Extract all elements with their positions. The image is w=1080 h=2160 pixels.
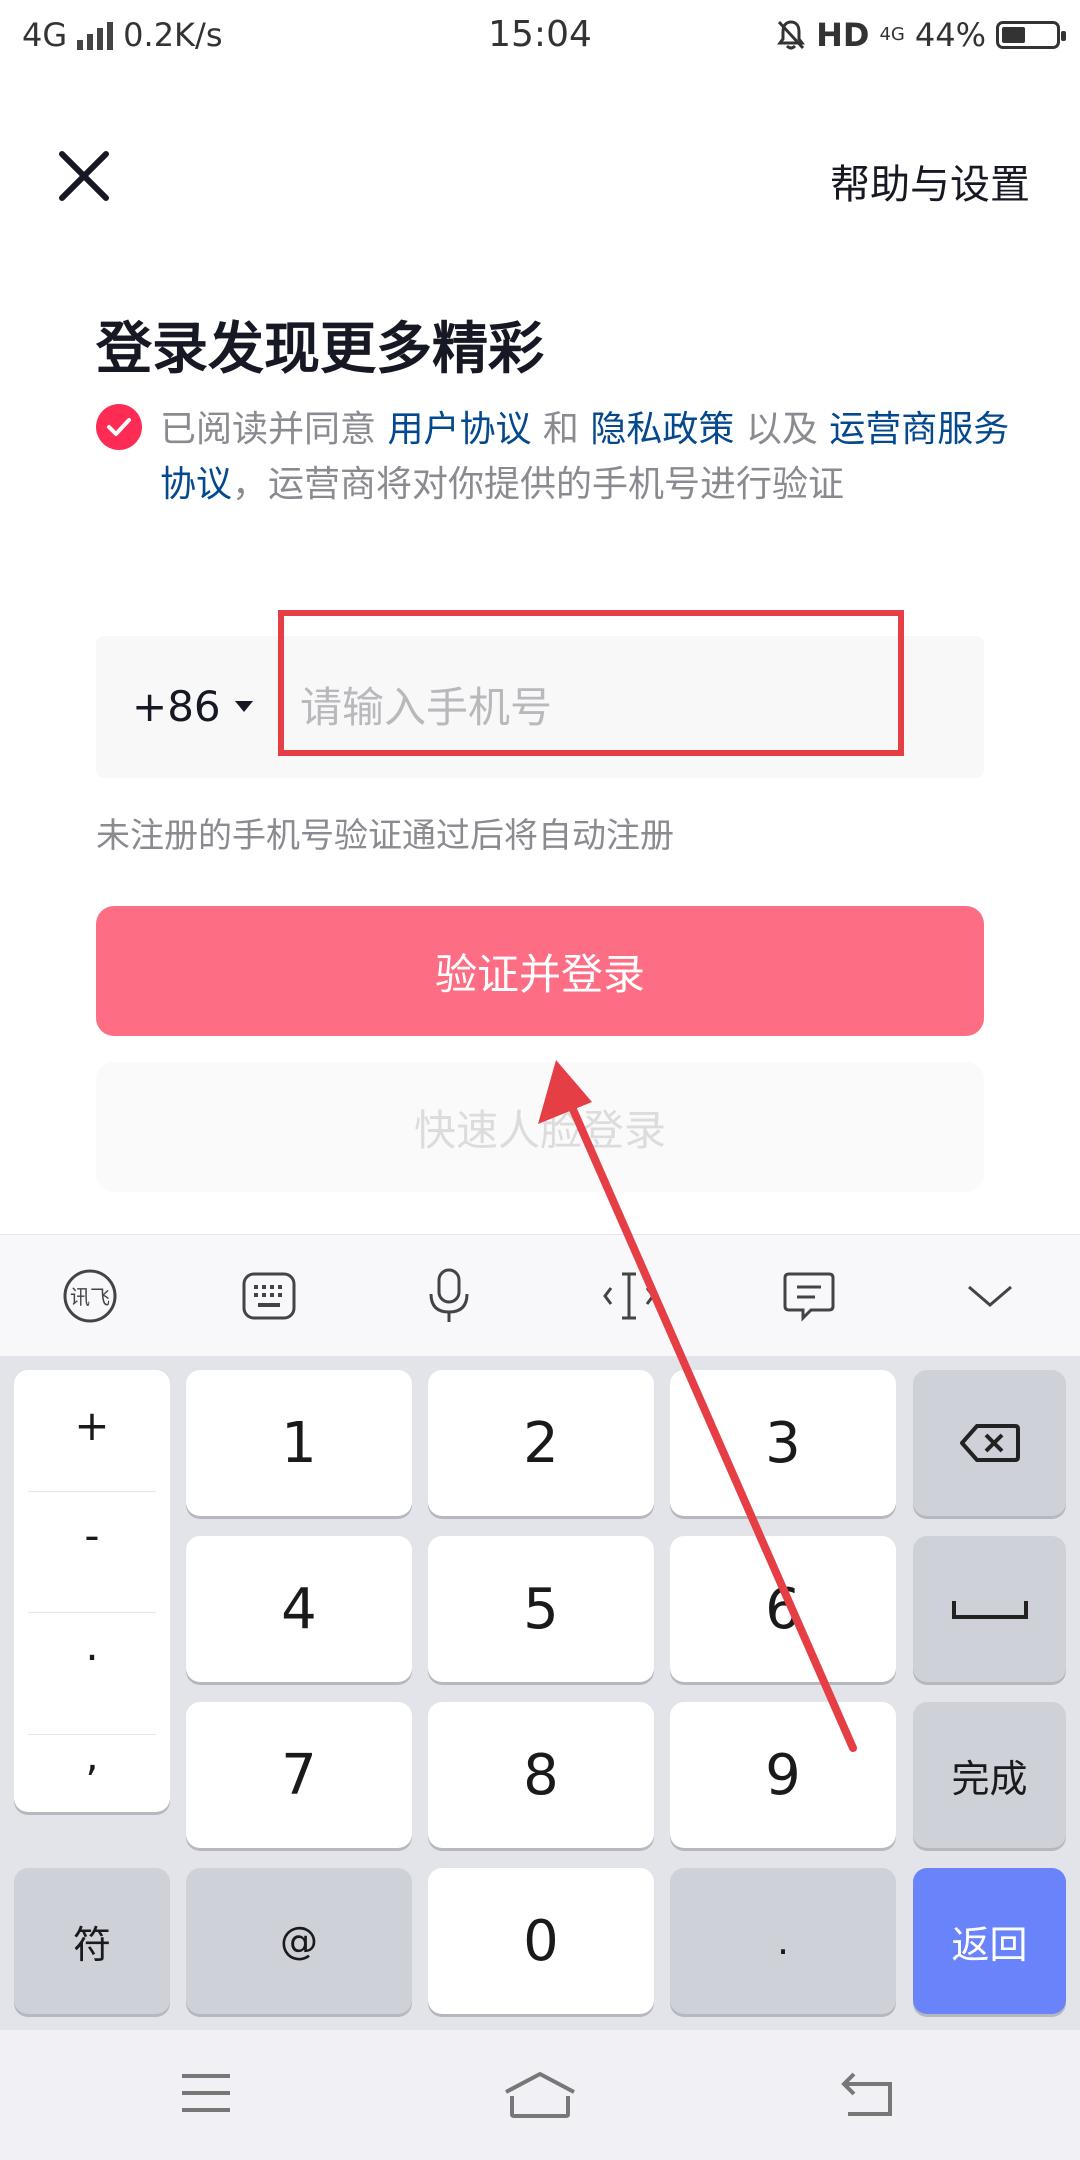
collapse-chevron-icon[interactable] (955, 1261, 1025, 1331)
home-icon[interactable] (502, 2070, 575, 2120)
clipboard-icon[interactable] (774, 1261, 844, 1331)
key-7[interactable]: 7 (186, 1702, 412, 1848)
key-9[interactable]: 9 (670, 1702, 896, 1848)
auto-register-hint: 未注册的手机号验证通过后将自动注册 (96, 816, 674, 856)
numeric-keyboard: + - . , 1 2 3 4 5 6 7 8 9 完成 符 @ 0 . 返回 (0, 1356, 1080, 2030)
key-8[interactable]: 8 (428, 1702, 654, 1848)
agreement-also: 以及 (734, 409, 830, 450)
hd-badge: HD (816, 16, 870, 54)
key-plus[interactable]: + (14, 1370, 170, 1480)
keyboard-icon[interactable] (234, 1261, 304, 1331)
backspace-icon (959, 1424, 1020, 1462)
return-key[interactable]: 返回 (913, 1868, 1066, 2014)
user-agreement-link[interactable]: 用户协议 (387, 409, 531, 450)
keyboard-toolbar: 讯飞 (0, 1234, 1080, 1357)
status-bar: 4G 0.2K/s 15:04 HD 4G 44% (0, 0, 1080, 72)
network-small: 4G (879, 24, 905, 45)
key-2[interactable]: 2 (428, 1370, 654, 1516)
space-key[interactable] (913, 1536, 1066, 1682)
battery-icon (996, 21, 1066, 49)
status-right: HD 4G 44% (776, 16, 1066, 54)
cursor-icon[interactable] (594, 1261, 664, 1331)
dropdown-triangle-icon (234, 701, 253, 712)
annotation-highlight-box (278, 610, 904, 756)
face-login-button[interactable]: 快速人脸登录 (96, 1062, 984, 1192)
system-navbar (0, 2030, 1080, 2160)
symbol-column: + - . , (14, 1370, 170, 1812)
help-settings-link[interactable]: 帮助与设置 (830, 152, 1030, 210)
dot-key[interactable]: . (670, 1868, 896, 2014)
privacy-policy-link[interactable]: 隐私政策 (590, 409, 734, 450)
backspace-key[interactable] (913, 1370, 1066, 1516)
close-button[interactable] (54, 146, 114, 206)
key-minus[interactable]: - (14, 1480, 170, 1590)
svg-text:讯飞: 讯飞 (70, 1285, 110, 1309)
key-5[interactable]: 5 (428, 1536, 654, 1682)
verify-login-button[interactable]: 验证并登录 (96, 906, 984, 1036)
symbol-key[interactable]: 符 (14, 1868, 170, 2014)
agreement-suffix: ，运营商将对你提供的手机号进行验证 (232, 464, 845, 505)
agree-checkbox[interactable] (96, 404, 142, 450)
key-0[interactable]: 0 (428, 1868, 654, 2014)
menu-icon[interactable] (176, 2070, 246, 2120)
page-title: 登录发现更多精彩 (96, 317, 544, 382)
close-icon (59, 151, 109, 201)
battery-percent: 44% (914, 16, 986, 54)
done-key[interactable]: 完成 (913, 1702, 1066, 1848)
back-icon[interactable] (838, 2070, 908, 2120)
microphone-icon[interactable] (414, 1261, 484, 1331)
key-comma[interactable]: , (14, 1700, 170, 1810)
country-code-selector[interactable]: +86 (132, 682, 253, 731)
key-3[interactable]: 3 (670, 1370, 896, 1516)
agreement-text: 已阅读并同意 用户协议 和 隐私政策 以及 运营商服务协议，运营商将对你提供的手… (160, 402, 1020, 512)
key-period[interactable]: . (14, 1590, 170, 1700)
agreement-and: 和 (531, 409, 591, 450)
mute-bell-icon (777, 20, 806, 50)
check-icon (107, 418, 131, 436)
at-key[interactable]: @ (186, 1868, 412, 2014)
key-4[interactable]: 4 (186, 1536, 412, 1682)
country-code: +86 (132, 682, 221, 731)
space-icon (951, 1601, 1028, 1619)
ifly-logo-icon[interactable]: 讯飞 (55, 1261, 125, 1331)
agreement-prefix: 已阅读并同意 (160, 409, 388, 450)
key-6[interactable]: 6 (670, 1536, 896, 1682)
key-1[interactable]: 1 (186, 1370, 412, 1516)
